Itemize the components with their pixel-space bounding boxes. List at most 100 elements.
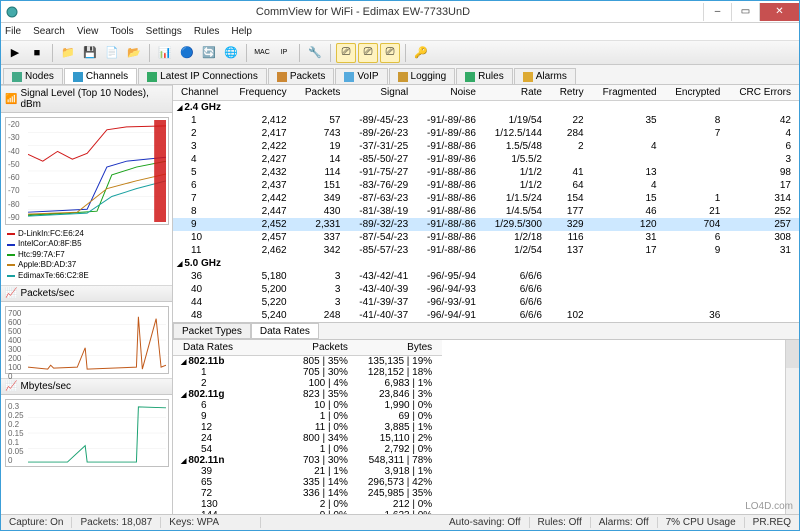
table-group[interactable]: 5.0 GHz (173, 257, 799, 270)
table-row[interactable]: 82,447430-81/-38/-19-91/-88/-861/4.5/541… (173, 205, 799, 218)
export-button[interactable]: 📂 (124, 43, 144, 63)
tab-icon (523, 72, 533, 82)
table-group[interactable]: 2.4 GHz (173, 101, 799, 115)
table-row[interactable]: 112,462342-85/-57/-23-91/-88/-861/2/5413… (173, 244, 799, 257)
table-row[interactable]: 24800 | 34%15,110 | 2% (173, 433, 442, 444)
menu-tools[interactable]: Tools (110, 26, 133, 37)
status-autosave: Auto-saving: Off (441, 517, 530, 528)
tab-latest-ip-connections[interactable]: Latest IP Connections (138, 68, 267, 84)
col-header[interactable]: Packets (293, 340, 358, 356)
open-button[interactable]: 📁 (58, 43, 78, 63)
table-row[interactable]: 91 | 0%69 | 0% (173, 411, 442, 422)
tab-alarms[interactable]: Alarms (514, 68, 576, 84)
minimize-button[interactable]: – (703, 3, 731, 21)
table-group[interactable]: 802.11n703 | 30%548,311 | 78% (173, 455, 442, 466)
table-row[interactable]: 1705 | 30%128,152 | 18% (173, 367, 442, 378)
table-row[interactable]: 42,42714-85/-50/-27-91/-89/-861/5.5/23 (173, 153, 799, 166)
channels-table[interactable]: ChannelFrequencyPacketsSignalNoiseRateRe… (173, 85, 799, 322)
refresh-button[interactable]: 🔄 (199, 43, 219, 63)
play-button[interactable]: ▶ (5, 43, 25, 63)
table-row[interactable]: 52,432114-91/-75/-27-91/-88/-861/1/24113… (173, 166, 799, 179)
stats-button[interactable]: 📊 (155, 43, 175, 63)
log-button[interactable]: 📄 (102, 43, 122, 63)
table-row[interactable]: 102,457337-87/-54/-23-91/-88/-861/2/1811… (173, 231, 799, 244)
table-row[interactable]: 445,2203-41/-39/-37-96/-93/-916/6/6 (173, 296, 799, 309)
col-header[interactable]: Encrypted (665, 85, 729, 101)
watermark: LO4D.com (745, 501, 793, 512)
table-row[interactable]: 541 | 0%2,792 | 0% (173, 444, 442, 455)
maximize-button[interactable]: ▭ (731, 3, 759, 21)
mode-c-button[interactable]: ⎚ (380, 43, 400, 63)
tab-icon (277, 72, 287, 82)
col-header[interactable]: CRC Errors (728, 85, 799, 101)
mbytes-panel-icon: 📈 (5, 381, 17, 392)
table-row[interactable]: 72336 | 14%245,985 | 35% (173, 488, 442, 499)
status-packets: Packets: 18,087 (72, 517, 161, 528)
wrench-button[interactable]: 🔧 (305, 43, 325, 63)
col-header[interactable]: Packets (295, 85, 349, 101)
table-row[interactable]: 1211 | 0%3,885 | 1% (173, 422, 442, 433)
data-rates-table[interactable]: Data RatesPacketsBytes802.11b805 | 35%13… (173, 340, 799, 514)
mode-b-button[interactable]: ⎚ (358, 43, 378, 63)
menu-rules[interactable]: Rules (194, 26, 220, 37)
status-bar: Capture: On Packets: 18,087 Keys: WPA Au… (1, 514, 799, 530)
bottom-tab-packet-types[interactable]: Packet Types (173, 323, 251, 339)
col-header[interactable]: Data Rates (173, 340, 293, 356)
key-button[interactable]: 🔑 (411, 43, 431, 63)
col-header[interactable]: Retry (550, 85, 592, 101)
table-row[interactable]: 3921 | 1%3,918 | 1% (173, 466, 442, 477)
tab-rules[interactable]: Rules (456, 68, 513, 84)
table-row[interactable]: 1302 | 0%212 | 0% (173, 499, 442, 510)
table-row[interactable]: 22,417743-89/-26/-23-91/-89/-861/12.5/14… (173, 127, 799, 140)
tab-channels[interactable]: Channels (64, 68, 137, 84)
mac-button[interactable]: MAC (252, 43, 272, 63)
table-row[interactable]: 62,437151-83/-76/-29-91/-88/-861/1/26441… (173, 179, 799, 192)
status-alarms: Alarms: Off (591, 517, 658, 528)
table-row[interactable]: 92,4522,331-89/-32/-23-91/-88/-861/29.5/… (173, 218, 799, 231)
table-row[interactable]: 1449 | 0%1,623 | 0% (173, 510, 442, 514)
table-row[interactable]: 485,240248-41/-40/-37-96/-94/-916/6/6102… (173, 309, 799, 322)
bottom-tab-data-rates[interactable]: Data Rates (251, 323, 319, 339)
tab-nodes[interactable]: Nodes (3, 68, 63, 84)
status-rules: Rules: Off (530, 517, 591, 528)
tab-logging[interactable]: Logging (389, 68, 456, 84)
menu-help[interactable]: Help (231, 26, 252, 37)
menu-settings[interactable]: Settings (146, 26, 182, 37)
toolbar: ▶ ■ 📁 💾 📄 📂 📊 🔵 🔄 🌐 MAC IP 🔧 ⎚ ⎚ ⎚ 🔑 (1, 41, 799, 65)
table-row[interactable]: 2100 | 4%6,983 | 1% (173, 378, 442, 389)
tab-packets[interactable]: Packets (268, 68, 335, 84)
table-group[interactable]: 802.11g823 | 35%23,846 | 3% (173, 389, 442, 400)
menu-file[interactable]: File (5, 26, 21, 37)
close-button[interactable]: ✕ (759, 3, 799, 21)
col-header[interactable]: Signal (348, 85, 416, 101)
menu-view[interactable]: View (77, 26, 99, 37)
table-row[interactable]: 365,1803-43/-42/-41-96/-95/-946/6/6 (173, 270, 799, 283)
ip-button[interactable]: IP (274, 43, 294, 63)
col-header[interactable]: Frequency (229, 85, 295, 101)
stop-button[interactable]: ■ (27, 43, 47, 63)
tab-voip[interactable]: VoIP (335, 68, 387, 84)
table-row[interactable]: 32,42219-37/-31/-25-91/-88/-861.5/5/4824… (173, 140, 799, 153)
nodes-button[interactable]: 🔵 (177, 43, 197, 63)
mode-a-button[interactable]: ⎚ (336, 43, 356, 63)
signal-panel-title: Signal Level (Top 10 Nodes), dBm (20, 88, 168, 110)
packets-panel-icon: 📈 (5, 288, 17, 299)
col-header[interactable]: Channel (173, 85, 229, 101)
table-row[interactable]: 72,442349-87/-63/-23-91/-88/-861/1.5/241… (173, 192, 799, 205)
table-row[interactable]: 610 | 0%1,990 | 0% (173, 400, 442, 411)
col-header[interactable]: Bytes (358, 340, 442, 356)
legend-item: EdimaxTe:66:C2:8E (7, 271, 166, 281)
globe-button[interactable]: 🌐 (221, 43, 241, 63)
col-header[interactable]: Fragmented (592, 85, 665, 101)
table-group[interactable]: 802.11b805 | 35%135,135 | 19% (173, 356, 442, 368)
save-button[interactable]: 💾 (80, 43, 100, 63)
scrollbar[interactable] (785, 340, 799, 514)
table-row[interactable]: 65335 | 14%296,573 | 42% (173, 477, 442, 488)
table-row[interactable]: 405,2003-43/-40/-39-96/-94/-936/6/6 (173, 283, 799, 296)
menu-search[interactable]: Search (33, 26, 65, 37)
legend-item: IntelCor:A0:8F:B5 (7, 239, 166, 249)
col-header[interactable]: Noise (416, 85, 484, 101)
signal-legend: D-LinkIn:FC:E6:24IntelCor:A0:8F:B5Htc:99… (3, 227, 170, 283)
table-row[interactable]: 12,41257-89/-45/-23-91/-89/-861/19/54223… (173, 114, 799, 127)
col-header[interactable]: Rate (484, 85, 550, 101)
